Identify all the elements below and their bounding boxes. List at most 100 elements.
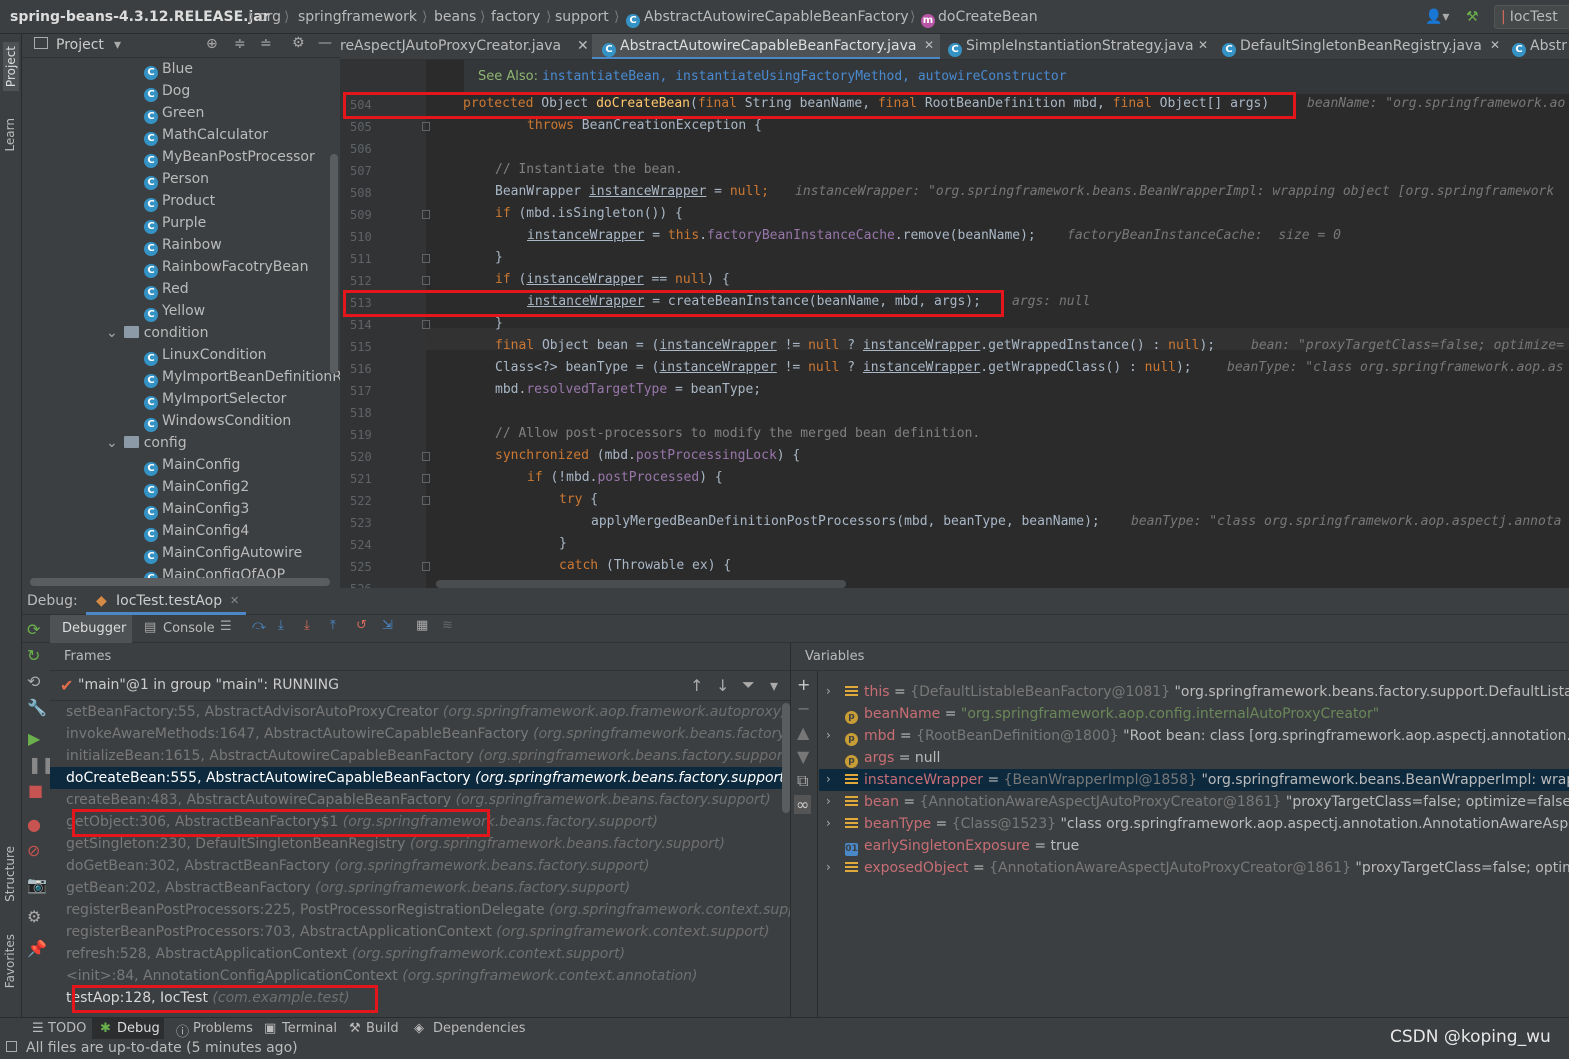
variable-row[interactable]: 01 earlySingletonExposure = true — [845, 835, 1079, 857]
stack-frame[interactable]: doCreateBean:555, AbstractAutowireCapabl… — [50, 767, 790, 789]
code-line[interactable]: catch (Throwable ex) { — [559, 558, 731, 573]
copy-icon[interactable]: ⧉ — [797, 771, 808, 791]
code-line[interactable]: Class<?> beanType = (instanceWrapper != … — [495, 360, 1192, 375]
tab-simple-instantiation[interactable]: SimpleInstantiationStrategy.java — [966, 38, 1194, 54]
tree-item-class[interactable]: C WindowsCondition — [144, 410, 291, 432]
stack-frame[interactable]: setBeanFactory:55, AbstractAdvisorAutoPr… — [66, 701, 787, 723]
line-number[interactable]: 510 — [350, 230, 372, 244]
fold-marker-icon[interactable] — [422, 254, 430, 263]
breadcrumb-org[interactable]: org — [258, 9, 281, 25]
close-icon[interactable]: ✕ — [924, 38, 934, 52]
code-line[interactable]: if (instanceWrapper == null) { — [495, 272, 730, 287]
variable-row[interactable]: p mbd = {RootBeanDefinition@1800} "Root b… — [845, 725, 1569, 747]
chevron-down-icon[interactable]: ▾ — [770, 676, 778, 695]
arrow-up-icon[interactable]: ▲ — [797, 723, 809, 742]
rerun-icon[interactable]: ⟳ — [27, 620, 40, 639]
code-line[interactable]: try { — [559, 492, 598, 507]
problems-tab[interactable]: Problems — [193, 1021, 253, 1036]
force-step-into-icon[interactable]: ⤓ — [304, 618, 310, 633]
close-icon[interactable]: ✕ — [1198, 38, 1208, 52]
breadcrumb-factory[interactable]: factory — [491, 9, 540, 25]
tree-item-class[interactable]: C Red — [144, 278, 189, 300]
debug-session-tab[interactable]: ◆ IocTest.testAop ✕ — [86, 588, 246, 615]
line-number[interactable]: 517 — [350, 384, 372, 398]
line-number[interactable]: 514 — [350, 318, 372, 332]
user-icon[interactable]: 👤▾ — [1425, 9, 1449, 25]
tree-item-class[interactable]: C LinuxCondition — [144, 344, 267, 366]
todo-tab[interactable]: TODO — [48, 1021, 86, 1036]
line-number[interactable]: 512 — [350, 274, 372, 288]
tree-item-class[interactable]: C MyImportSelector — [144, 388, 286, 410]
variable-row[interactable]: p args = null — [845, 747, 940, 769]
minimize-icon[interactable]: — — [318, 35, 332, 51]
arrow-down-icon[interactable]: ↓ — [716, 676, 729, 695]
debugger-tab[interactable]: Debugger — [62, 621, 126, 636]
line-number[interactable]: 524 — [350, 538, 372, 552]
chevron-right-icon[interactable]: › — [826, 860, 831, 874]
code-line[interactable]: } — [495, 250, 503, 265]
vertical-scrollbar[interactable] — [330, 154, 338, 374]
chevron-down-icon[interactable]: ▾ — [114, 37, 121, 53]
line-number[interactable]: 506 — [350, 142, 372, 156]
tree-item-class[interactable]: C MainConfigAutowire — [144, 542, 302, 564]
console-tab[interactable]: Console — [163, 621, 215, 636]
tab-abstr[interactable]: Abstr — [1530, 38, 1567, 54]
run-to-cursor-icon[interactable]: ⇲ — [382, 618, 393, 633]
project-view-title[interactable]: Project — [56, 37, 104, 53]
horizontal-scrollbar[interactable] — [30, 578, 330, 586]
mute-breakpoints-icon[interactable]: ⊘ — [27, 841, 40, 860]
arrow-down-icon[interactable]: ▼ — [797, 747, 809, 766]
fold-marker-icon[interactable] — [422, 320, 430, 329]
fold-marker-icon[interactable] — [422, 562, 430, 571]
stack-frame[interactable]: registerBeanPostProcessors:225, PostProc… — [66, 899, 790, 921]
trace-icon[interactable]: ≋ — [442, 618, 453, 633]
stack-frame[interactable]: refresh:528, AbstractApplicationContext … — [66, 943, 625, 965]
line-number[interactable]: 515 — [350, 340, 372, 354]
fold-marker-icon[interactable] — [422, 122, 430, 131]
line-number[interactable]: 507 — [350, 164, 372, 178]
learn-tool-tab[interactable]: Learn — [3, 118, 17, 152]
line-number[interactable]: 520 — [350, 450, 372, 464]
run-config-selector[interactable]: | IocTest — [1494, 5, 1569, 29]
wrench-icon[interactable]: 🔧 — [27, 698, 47, 717]
minus-icon[interactable]: − — [797, 699, 810, 718]
tree-item-class[interactable]: C Product — [144, 190, 215, 212]
tree-item-class[interactable]: C Yellow — [144, 300, 205, 322]
close-icon[interactable]: ✕ — [230, 594, 239, 607]
line-number[interactable]: 509 — [350, 208, 372, 222]
code-line[interactable]: mbd.resolvedTargetType = beanType; — [495, 382, 761, 397]
stack-frame[interactable]: doGetBean:302, AbstractBeanFactory (org.… — [66, 855, 650, 877]
stack-frame[interactable]: getBean:202, AbstractBeanFactory (org.sp… — [66, 877, 630, 899]
infinity-icon[interactable]: ∞ — [794, 795, 812, 814]
chevron-down-icon[interactable]: ⌄ — [106, 435, 118, 451]
camera-icon[interactable]: 📷 — [27, 875, 47, 894]
line-number[interactable]: 519 — [350, 428, 372, 442]
variable-row[interactable]: exposedObject = {AnnotationAwareAspectJA… — [845, 857, 1569, 879]
arrow-up-icon[interactable]: ↑ — [690, 676, 703, 695]
tree-item-class[interactable]: C MyBeanPostProcessor — [144, 146, 315, 168]
step-out-icon[interactable]: ⤒ — [330, 618, 336, 633]
debug-tab[interactable]: Debug — [117, 1021, 160, 1036]
tree-item-class[interactable]: C Blue — [144, 58, 193, 80]
drop-frame-icon[interactable]: ↺ — [356, 618, 367, 633]
chevron-right-icon[interactable]: › — [826, 728, 831, 742]
close-icon[interactable]: ✕ — [577, 38, 589, 54]
locate-icon[interactable]: ⊕ — [206, 36, 218, 52]
line-number[interactable]: 525 — [350, 560, 372, 574]
variable-row[interactable]: bean = {AnnotationAwareAspectJAutoProxyC… — [845, 791, 1569, 813]
tree-item-class[interactable]: C Purple — [144, 212, 206, 234]
variable-row[interactable]: instanceWrapper = {BeanWrapperImpl@1858}… — [845, 769, 1569, 791]
breadcrumb-method[interactable]: doCreateBean — [938, 9, 1038, 25]
code-line[interactable]: BeanWrapper instanceWrapper = null; — [495, 184, 769, 199]
code-line[interactable]: throws BeanCreationException { — [527, 118, 762, 133]
close-icon[interactable]: ✕ — [1490, 38, 1500, 52]
variable-row[interactable]: beanType = {Class@1523} "class org.sprin… — [845, 813, 1569, 835]
breadcrumb-springframework[interactable]: springframework — [298, 9, 417, 25]
breadcrumb-support[interactable]: support — [555, 9, 609, 25]
code-line[interactable]: synchronized (mbd.postProcessingLock) { — [495, 448, 800, 463]
tree-item-class[interactable]: C MainConfig3 — [144, 498, 249, 520]
menu-icon[interactable]: ☰ — [220, 619, 232, 634]
restart-icon[interactable]: ⟲ — [27, 672, 40, 691]
step-into-icon[interactable]: ⤓ — [278, 618, 284, 633]
tab-aspectj-proxy-creator[interactable]: reAspectJAutoProxyCreator.java — [340, 38, 561, 54]
